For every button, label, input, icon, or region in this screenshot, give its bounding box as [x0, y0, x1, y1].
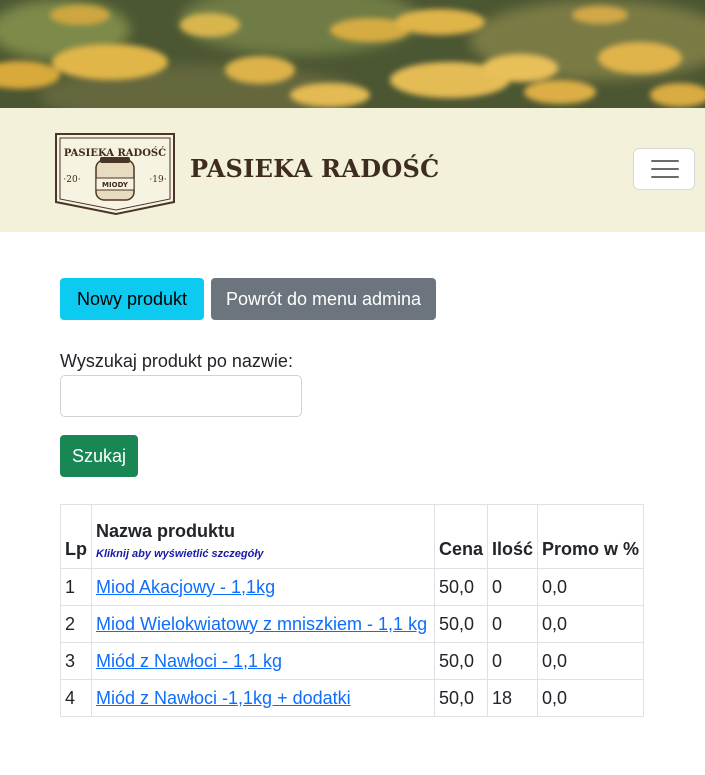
header-lp: Lp: [60, 504, 92, 569]
hamburger-icon-line: [651, 168, 679, 170]
hamburger-icon-line: [651, 176, 679, 178]
cell-price: 50,0: [433, 679, 489, 717]
dandelion-field-image: [0, 0, 705, 108]
cell-name: Miód z Nawłoci - 1,1 kg: [91, 642, 435, 680]
cell-promo: 0,0: [537, 642, 645, 680]
search-label: Wyszukaj produkt po nazwie:: [60, 351, 293, 371]
header-promo: Promo w %: [537, 504, 645, 569]
cell-name: Miód z Nawłoci -1,1kg + dodatki: [91, 679, 435, 717]
search-button[interactable]: Szukaj: [60, 435, 138, 477]
cell-lp: 4: [60, 679, 92, 717]
cell-promo: 0,0: [537, 605, 645, 643]
cell-promo: 0,0: [537, 568, 645, 606]
header-qty: Ilość: [487, 504, 539, 569]
table-row: 1 Miod Akacjowy - 1,1kg 50,0 0 0,0: [60, 568, 645, 606]
hero-banner-image: [0, 0, 705, 108]
cell-qty: 0: [487, 642, 539, 680]
svg-text:·20·: ·20·: [63, 175, 80, 185]
cell-qty: 0: [487, 568, 539, 606]
table-row: 2 Miod Wielokwiatowy z mniszkiem - 1,1 k…: [60, 605, 645, 643]
search-input[interactable]: [60, 375, 302, 417]
cell-lp: 2: [60, 605, 92, 643]
cell-promo: 0,0: [537, 679, 645, 717]
navbar-toggler-button[interactable]: [633, 148, 695, 190]
cell-lp: 1: [60, 568, 92, 606]
header-name: Nazwa produktu Kliknij aby wyświetlić sz…: [91, 504, 435, 569]
brand-title[interactable]: PASIEKA RADOŚĆ: [190, 154, 440, 183]
products-table: Lp Nazwa produktu Kliknij aby wyświetlić…: [60, 504, 645, 717]
pasieka-logo[interactable]: PASIEKA RADOŚĆ ·20· ·19· MIODY: [52, 124, 178, 216]
cell-qty: 0: [487, 605, 539, 643]
cell-price: 50,0: [433, 642, 489, 680]
header-name-title: Nazwa produktu: [96, 521, 236, 541]
cell-name: Miod Akacjowy - 1,1kg: [91, 568, 435, 606]
new-product-button[interactable]: Nowy produkt: [60, 278, 204, 320]
back-to-admin-menu-button[interactable]: Powrót do menu admina: [211, 278, 436, 320]
table-row: 3 Miód z Nawłoci - 1,1 kg 50,0 0 0,0: [60, 642, 645, 680]
product-link[interactable]: Miód z Nawłoci -1,1kg + dodatki: [96, 688, 351, 708]
svg-text:·19·: ·19·: [149, 175, 166, 185]
product-link[interactable]: Miod Akacjowy - 1,1kg: [96, 577, 275, 597]
table-row: 4 Miód z Nawłoci -1,1kg + dodatki 50,0 1…: [60, 679, 645, 717]
header-price: Cena: [433, 504, 489, 569]
cell-price: 50,0: [433, 605, 489, 643]
table-header-row: Lp Nazwa produktu Kliknij aby wyświetlić…: [60, 504, 645, 569]
cell-name: Miod Wielokwiatowy z mniszkiem - 1,1 kg: [91, 605, 435, 643]
hamburger-icon: [651, 160, 679, 162]
svg-text:MIODY: MIODY: [102, 181, 129, 189]
product-link[interactable]: Miód z Nawłoci - 1,1 kg: [96, 651, 282, 671]
header-name-hint: Kliknij aby wyświetlić szczegóły: [96, 548, 264, 560]
cell-qty: 18: [487, 679, 539, 717]
product-link[interactable]: Miod Wielokwiatowy z mniszkiem - 1,1 kg: [96, 614, 427, 634]
navbar: PASIEKA RADOŚĆ ·20· ·19· MIODY PASIEKA R…: [0, 108, 705, 232]
cell-price: 50,0: [433, 568, 489, 606]
cell-lp: 3: [60, 642, 92, 680]
